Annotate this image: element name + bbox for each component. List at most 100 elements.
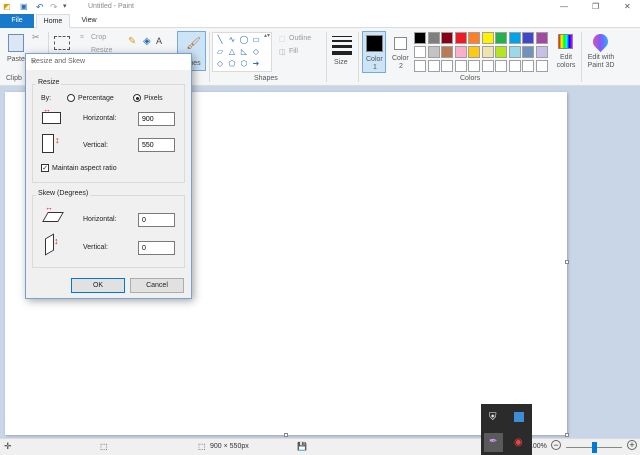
- palette-swatch[interactable]: [508, 46, 521, 58]
- percentage-label[interactable]: Percentage: [78, 95, 114, 102]
- pentagon-shape-icon[interactable]: ⬠: [227, 59, 237, 68]
- pencil-icon[interactable]: ✎: [128, 36, 136, 47]
- resize-handle-corner[interactable]: [565, 433, 569, 437]
- close-button[interactable]: ✕: [624, 2, 631, 11]
- palette-swatch[interactable]: [427, 60, 440, 72]
- diamond-shape-icon[interactable]: ◇: [251, 47, 261, 56]
- horizontal-resize-icon: [42, 112, 61, 124]
- shapes-gallery[interactable]: ╲ ∿ ◯ ▭ ▱ △ ◺ ◇ ◇ ⬠ ⬡ ➔: [212, 32, 272, 72]
- triangle-shape-icon[interactable]: △: [227, 47, 237, 56]
- palette-swatch[interactable]: [522, 46, 534, 58]
- hexagon-shape-icon[interactable]: ⬡: [239, 59, 249, 68]
- right-triangle-shape-icon[interactable]: ◺: [239, 47, 249, 56]
- arrow-shape-icon[interactable]: ➔: [251, 59, 261, 68]
- save-icon[interactable]: ▣: [20, 2, 29, 11]
- outline-icon[interactable]: ⬚: [279, 35, 286, 43]
- tab-home[interactable]: Home: [36, 14, 70, 28]
- color2-button[interactable]: Color 2: [389, 31, 413, 73]
- app-tray-icon[interactable]: [514, 412, 524, 422]
- palette-swatch[interactable]: [522, 32, 534, 44]
- crop-label[interactable]: Crop: [91, 34, 106, 41]
- color1-button[interactable]: Color 1: [362, 31, 386, 73]
- palette-swatch[interactable]: [468, 46, 480, 58]
- palette-swatch[interactable]: [414, 60, 426, 72]
- maintain-aspect-checkbox[interactable]: ✓: [41, 164, 49, 172]
- cancel-button[interactable]: Cancel: [130, 278, 184, 293]
- minimize-button[interactable]: —: [560, 2, 568, 11]
- fill-label[interactable]: Fill: [289, 48, 298, 55]
- fill-shape-icon[interactable]: ◫: [279, 48, 286, 56]
- palette-swatch[interactable]: [454, 60, 467, 72]
- resize-handle-bottom[interactable]: [284, 433, 288, 437]
- palette-swatch[interactable]: [441, 46, 453, 58]
- line-shape-icon[interactable]: ╲: [215, 35, 225, 44]
- palette-swatch[interactable]: [495, 46, 507, 58]
- palette-swatch[interactable]: [495, 32, 507, 44]
- diamond2-shape-icon[interactable]: ◇: [215, 59, 225, 68]
- curve-shape-icon[interactable]: ∿: [227, 35, 237, 44]
- palette-swatch[interactable]: [481, 46, 494, 58]
- crop-icon[interactable]: ⌗: [80, 34, 84, 42]
- file-size-icon: 💾: [297, 442, 307, 451]
- polygon-shape-icon[interactable]: ▱: [215, 47, 225, 56]
- palette-swatch[interactable]: [508, 32, 521, 44]
- zoom-slider-thumb[interactable]: [592, 442, 597, 453]
- palette-swatch[interactable]: [441, 60, 453, 72]
- pen-tray-item[interactable]: ✒: [484, 433, 503, 452]
- palette-swatch[interactable]: [414, 46, 426, 58]
- skew-horizontal-input[interactable]: [138, 213, 175, 227]
- paste-icon[interactable]: [8, 34, 24, 52]
- palette-swatch[interactable]: [427, 46, 440, 58]
- cut-icon[interactable]: ✂: [32, 32, 40, 43]
- tab-file[interactable]: File: [0, 14, 34, 28]
- customize-quick-access-icon[interactable]: ▾: [63, 2, 72, 11]
- oval-shape-icon[interactable]: ◯: [239, 35, 249, 44]
- security-icon[interactable]: ⛨: [489, 412, 497, 423]
- palette-swatch[interactable]: [427, 32, 440, 44]
- discord-icon[interactable]: ◉: [514, 437, 523, 448]
- maintain-aspect-label[interactable]: Maintain aspect ratio: [52, 165, 117, 172]
- palette-swatch[interactable]: [535, 32, 548, 44]
- pixels-radio[interactable]: [133, 94, 141, 102]
- resize-handle-right[interactable]: [565, 260, 569, 264]
- palette-swatch[interactable]: [454, 46, 467, 58]
- undo-icon[interactable]: ↶: [36, 2, 45, 12]
- ok-button[interactable]: OK: [71, 278, 125, 293]
- palette-swatch[interactable]: [522, 60, 534, 72]
- edit-with-paint3d-button[interactable]: Edit with Paint 3D: [584, 30, 618, 72]
- dialog-close-button[interactable]: ✕: [31, 58, 186, 66]
- select-icon[interactable]: [54, 36, 70, 50]
- zoom-out-button[interactable]: −: [551, 440, 561, 450]
- shapes-scroll-icon[interactable]: ▴▾: [264, 32, 270, 39]
- skew-vertical-input[interactable]: [138, 241, 175, 255]
- skew-vertical-arrow-icon: ↕: [54, 236, 59, 246]
- palette-swatch[interactable]: [535, 46, 548, 58]
- zoom-in-button[interactable]: +: [627, 440, 637, 450]
- pixels-label[interactable]: Pixels: [144, 95, 163, 102]
- outline-label[interactable]: Outline: [289, 35, 311, 42]
- maximize-button[interactable]: ❐: [592, 2, 599, 11]
- resize-skew-dialog: Resize and Skew ✕ Resize By: Percentage …: [25, 53, 192, 299]
- skew-group: [32, 195, 185, 268]
- palette-swatch[interactable]: [441, 32, 453, 44]
- edit-colors-button[interactable]: Edit colors: [554, 32, 578, 72]
- horizontal-input[interactable]: [138, 112, 175, 126]
- palette-swatch[interactable]: [508, 60, 521, 72]
- palette-swatch[interactable]: [454, 32, 467, 44]
- palette-swatch[interactable]: [495, 60, 507, 72]
- paste-label[interactable]: Paste: [7, 56, 25, 63]
- palette-swatch[interactable]: [535, 60, 548, 72]
- tab-view[interactable]: View: [72, 14, 106, 28]
- palette-swatch[interactable]: [481, 60, 494, 72]
- size-button[interactable]: Size: [330, 32, 354, 72]
- palette-swatch[interactable]: [481, 32, 494, 44]
- palette-swatch[interactable]: [468, 32, 480, 44]
- vertical-input[interactable]: [138, 138, 175, 152]
- palette-swatch[interactable]: [468, 60, 480, 72]
- fill-icon[interactable]: ◈: [143, 36, 151, 47]
- redo-icon[interactable]: ↷: [50, 2, 59, 12]
- palette-swatch[interactable]: [414, 32, 426, 44]
- rectangle-shape-icon[interactable]: ▭: [251, 35, 261, 44]
- text-icon[interactable]: A: [156, 36, 162, 46]
- percentage-radio[interactable]: [67, 94, 75, 102]
